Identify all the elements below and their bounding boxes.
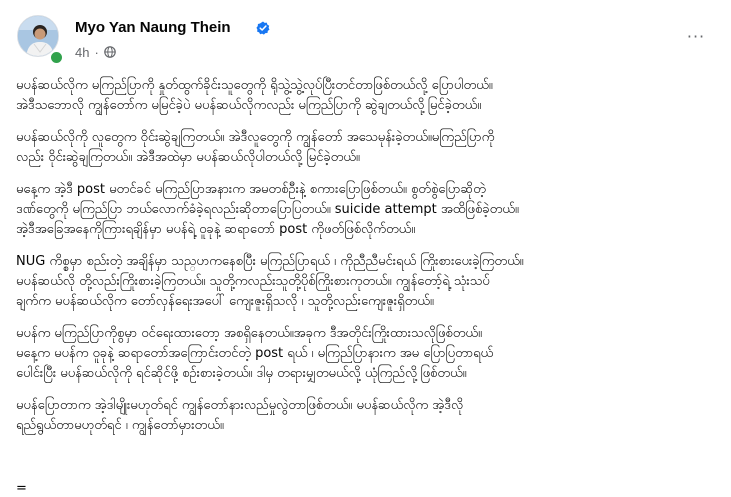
post-text-line: ရည်ရွယ်တာမဟုတ်ရင် ၊ ကျွန်တော်မှားတယ်။ [16, 418, 224, 433]
post-paragraph: မပန်ဆယ်လိုက မကြည်ပြာကို နှုတ်ထွက်ခိုင်းသ… [16, 76, 722, 116]
post-paragraph: မနေ့က အဲ့ဒီ post မတင်ခင် မကြည်ပြာအနားက အ… [16, 180, 722, 240]
post-paragraph: မပန်ဆယ်လိုကို လူတွေက ဝိုင်းဆွဲချကြတယ်။ အ… [16, 128, 722, 168]
meta-separator: · [94, 44, 99, 60]
post-text-line: ဒဏ်တွေကို မကြည်ပြာ ဘယ်လောက်ခံခဲ့ရလည်းဆို… [16, 202, 519, 217]
post-paragraph: မပန်က မကြည်ပြာကိုစွမှာ ဝင်ရေးထားတော့ အစရ… [16, 324, 722, 384]
post-text-line: မနေ့က အဲ့ဒီ post မတင်ခင် မကြည်ပြာအနားက အ… [16, 182, 486, 197]
post-text-line: မပန်က မကြည်ပြာကိုစွမှာ ဝင်ရေးထားတော့ အစရ… [16, 326, 482, 341]
post-text-line: မပန်ဆယ်လို တို့လည်းကြိုးစားခဲ့ကြတယ်။ သူတ… [16, 274, 490, 289]
post-body: မပန်ဆယ်လိုက မကြည်ပြာကို နှုတ်ထွက်ခိုင်းသ… [16, 76, 722, 448]
online-status-indicator [49, 50, 64, 65]
post-paragraph: NUG ကိစ္စမှာ စည်းတဲ့ အချိန်မှာ သည္ဟကနေစပ… [16, 252, 722, 312]
post-text-line: NUG ကိစ္စမှာ စည်းတဲ့ အချိန်မှာ သည္ဟကနေစပ… [16, 254, 524, 269]
post-paragraph: မပန်ပြောတာက အဲ့ဒါမျိုးမဟုတ်ရင် ကျွန်တော်… [16, 396, 722, 436]
more-options-icon[interactable]: ··· [684, 27, 708, 46]
post-text-line: မနေ့က မပန်က ဝူခုနဲ့ ဆရာတော်အကြောင်းတင်တဲ… [16, 346, 494, 361]
verified-badge-icon [256, 21, 270, 35]
post-text-line: အဲဒီသဘောလို ကျွန်တော်က မမြင်ခဲ့ပဲ မပန်ဆယ… [16, 98, 482, 113]
post-text-line: မပန်ဆယ်လိုကို လူတွေက ဝိုင်းဆွဲချကြတယ်။ အ… [16, 130, 495, 145]
post-text-trailer: = [16, 481, 27, 496]
author-name[interactable]: Myo Yan Naung Thein [75, 19, 231, 36]
post-text-line: မပန်ပြောတာက အဲ့ဒါမျိုးမဟုတ်ရင် ကျွန်တော်… [16, 398, 464, 413]
post-text-line: လည်း ဝိုင်းဆွဲချကြတယ်။ အဲဒီအထဲမှာ မပန်ဆယ… [16, 150, 360, 165]
post-text-line: မပန်ဆယ်လိုက မကြည်ပြာကို နှုတ်ထွက်ခိုင်းသ… [16, 78, 493, 93]
post-text-line: အဲ့ဒီအခြေအနေကိုကြားရချိန်မှာ မပန်ရဲ့ ဝူခ… [16, 222, 416, 237]
post-text-line: ချက်က မပန်ဆယ်လိုက တော်လှန်ရေးအပေါ် ကျေးဇ… [16, 294, 434, 309]
post-text-line: ပေါင်းပြီး မပန်ဆယ်လိုကို ရင်ဆိုင်ဖို့ စဉ… [16, 366, 467, 381]
post-header: Myo Yan Naung Thein 4h · ··· [0, 0, 731, 68]
post-timestamp[interactable]: 4h [75, 45, 89, 60]
globe-icon[interactable] [104, 46, 116, 58]
post-meta: 4h · [75, 44, 116, 60]
facebook-post: Myo Yan Naung Thein 4h · ··· မပန်ဆယ်လိုက… [0, 0, 731, 497]
